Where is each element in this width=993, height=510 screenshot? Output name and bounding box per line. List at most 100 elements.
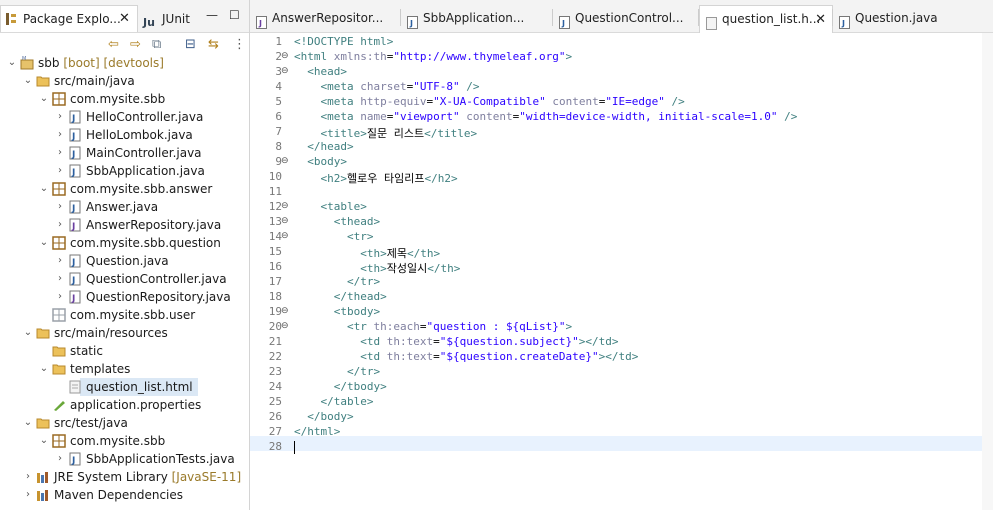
chevron-down-icon[interactable]: ⌄: [6, 54, 18, 72]
tree-item[interactable]: ⌄ templates: [0, 360, 248, 378]
tree-item[interactable]: ⌄ Msbb [boot] [devtools]: [0, 54, 248, 72]
chevron-down-icon[interactable]: ⌄: [22, 414, 34, 432]
tree-item[interactable]: › J HelloController.java: [0, 108, 248, 126]
tree-item[interactable]: ⌄ com.mysite.sbb: [0, 432, 248, 450]
editor-tab[interactable]: J AnswerRepositor...: [250, 5, 400, 32]
editor-tab[interactable]: J SbbApplication...: [401, 5, 551, 32]
tree-item[interactable]: application.properties: [0, 396, 248, 414]
code-line[interactable]: <h2>헬로우 타임리프</h2>: [294, 170, 458, 186]
code-line[interactable]: </tr>: [294, 365, 380, 378]
code-line[interactable]: <meta name="viewport" content="width=dev…: [294, 110, 798, 123]
chevron-right-icon[interactable]: ›: [54, 216, 66, 234]
code-line[interactable]: <tr>: [294, 230, 374, 243]
chevron-down-icon[interactable]: ⌄: [38, 90, 50, 108]
code-line[interactable]: <title>질문 리스트</title>: [294, 125, 478, 141]
fold-toggle-icon[interactable]: ⊖: [281, 66, 289, 76]
tree-item[interactable]: ⌄ src/main/java: [0, 72, 248, 90]
tab-package-explorer[interactable]: Package Explo... ✕: [0, 5, 138, 32]
chevron-right-icon[interactable]: ›: [54, 270, 66, 288]
tree-item[interactable]: ⌄ com.mysite.sbb.answer: [0, 180, 248, 198]
chevron-right-icon[interactable]: ›: [54, 450, 66, 468]
filter-icon[interactable]: ⇆: [208, 37, 219, 52]
chevron-down-icon[interactable]: ⌄: [38, 180, 50, 198]
code-line[interactable]: <head>: [294, 65, 347, 78]
code-line[interactable]: <body>: [294, 155, 347, 168]
chevron-down-icon[interactable]: ⌄: [38, 360, 50, 378]
view-menu-icon[interactable]: ⋮: [233, 37, 246, 52]
code-line[interactable]: <tr th:each="question : ${qList}">: [294, 320, 572, 333]
code-line[interactable]: <td th:text="${question.subject}"></td>: [294, 335, 618, 348]
forward-arrow-icon[interactable]: ⇨: [130, 37, 141, 52]
tree-item[interactable]: › J QuestionController.java: [0, 270, 248, 288]
code-line[interactable]: <meta charset="UTF-8" />: [294, 80, 480, 93]
editor-tab[interactable]: J Question.java: [833, 5, 963, 32]
tree-item[interactable]: › J SbbApplication.java: [0, 162, 248, 180]
chevron-right-icon[interactable]: ›: [54, 162, 66, 180]
tree-item[interactable]: › J Answer.java: [0, 198, 248, 216]
code-line[interactable]: </head>: [294, 140, 353, 153]
code-line[interactable]: <thead>: [294, 215, 380, 228]
fold-toggle-icon[interactable]: ⊖: [281, 201, 289, 211]
svg-text:J: J: [71, 222, 75, 232]
chevron-right-icon[interactable]: ›: [22, 468, 34, 486]
fold-toggle-icon[interactable]: ⊖: [281, 156, 289, 166]
chevron-right-icon[interactable]: ›: [22, 486, 34, 504]
chevron-right-icon[interactable]: ›: [54, 126, 66, 144]
tree-item[interactable]: ⌄ com.mysite.sbb: [0, 90, 248, 108]
tree-item[interactable]: ⌄ src/main/resources: [0, 324, 248, 342]
line-number: 8: [275, 140, 282, 153]
tree-item[interactable]: ⌄ src/test/java: [0, 414, 248, 432]
collapse-all-icon[interactable]: ⊟: [185, 37, 196, 52]
code-line[interactable]: </tbody>: [294, 380, 387, 393]
chevron-down-icon[interactable]: ⌄: [22, 324, 34, 342]
code-editor[interactable]: 1 <!DOCTYPE html> 2 ⊖ <html xmlns:th="http:/…: [250, 33, 993, 510]
fold-toggle-icon[interactable]: ⊖: [281, 51, 289, 61]
tree-item[interactable]: › Maven Dependencies: [0, 486, 248, 504]
tree-item[interactable]: › J SbbApplicationTests.java: [0, 450, 248, 468]
code-line[interactable]: </thead>: [294, 290, 387, 303]
tree-item[interactable]: › J QuestionRepository.java: [0, 288, 248, 306]
tree-item[interactable]: › J HelloLombok.java: [0, 126, 248, 144]
chevron-right-icon[interactable]: ›: [54, 144, 66, 162]
code-line[interactable]: <meta http-equiv="X-UA-Compatible" conte…: [294, 95, 685, 108]
fold-toggle-icon[interactable]: ⊖: [281, 321, 289, 331]
code-line[interactable]: </html>: [294, 425, 340, 438]
code-line[interactable]: </table>: [294, 395, 374, 408]
tree-item[interactable]: question_list.html: [69, 378, 198, 396]
minimize-icon[interactable]: —: [206, 8, 218, 22]
close-icon[interactable]: ✕: [815, 6, 826, 33]
chevron-down-icon[interactable]: ⌄: [38, 432, 50, 450]
chevron-right-icon[interactable]: ›: [54, 288, 66, 306]
chevron-right-icon[interactable]: ›: [54, 108, 66, 126]
tree-item[interactable]: static: [0, 342, 248, 360]
link-editor-icon[interactable]: ⧉: [152, 37, 161, 52]
code-line[interactable]: <th>제목</th>: [294, 245, 440, 261]
tree-item[interactable]: ⌄ com.mysite.sbb.question: [0, 234, 248, 252]
fold-toggle-icon[interactable]: ⊖: [281, 216, 289, 226]
back-arrow-icon[interactable]: ⇦: [108, 37, 119, 52]
code-line[interactable]: <tbody>: [294, 305, 380, 318]
tree-item[interactable]: com.mysite.sbb.user: [0, 306, 248, 324]
fold-toggle-icon[interactable]: ⊖: [281, 231, 289, 241]
chevron-down-icon[interactable]: ⌄: [38, 234, 50, 252]
code-line[interactable]: <table>: [294, 200, 367, 213]
maximize-icon[interactable]: ☐: [229, 8, 240, 22]
tree-item[interactable]: › J AnswerRepository.java: [0, 216, 248, 234]
code-line[interactable]: <!DOCTYPE html>: [294, 35, 393, 48]
code-line[interactable]: </tr>: [294, 275, 380, 288]
tree-item[interactable]: › J Question.java: [0, 252, 248, 270]
chevron-right-icon[interactable]: ›: [54, 252, 66, 270]
code-line[interactable]: </body>: [294, 410, 353, 423]
code-line[interactable]: <th>작성일시</th>: [294, 260, 460, 276]
code-line[interactable]: <html xmlns:th="http://www.thymeleaf.org…: [294, 50, 572, 63]
chevron-down-icon[interactable]: ⌄: [22, 72, 34, 90]
chevron-right-icon[interactable]: ›: [54, 198, 66, 216]
tree-item[interactable]: › J MainController.java: [0, 144, 248, 162]
close-icon[interactable]: ✕: [119, 6, 130, 32]
editor-tab[interactable]: question_list.h... ✕: [699, 5, 833, 33]
code-line[interactable]: <td th:text="${question.createDate}"></t…: [294, 350, 638, 363]
fold-toggle-icon[interactable]: ⊖: [281, 306, 289, 316]
vertical-scrollbar[interactable]: [982, 33, 993, 510]
editor-tab[interactable]: J QuestionControl...: [553, 5, 698, 32]
tree-item[interactable]: › JRE System Library [JavaSE-11]: [0, 468, 248, 486]
